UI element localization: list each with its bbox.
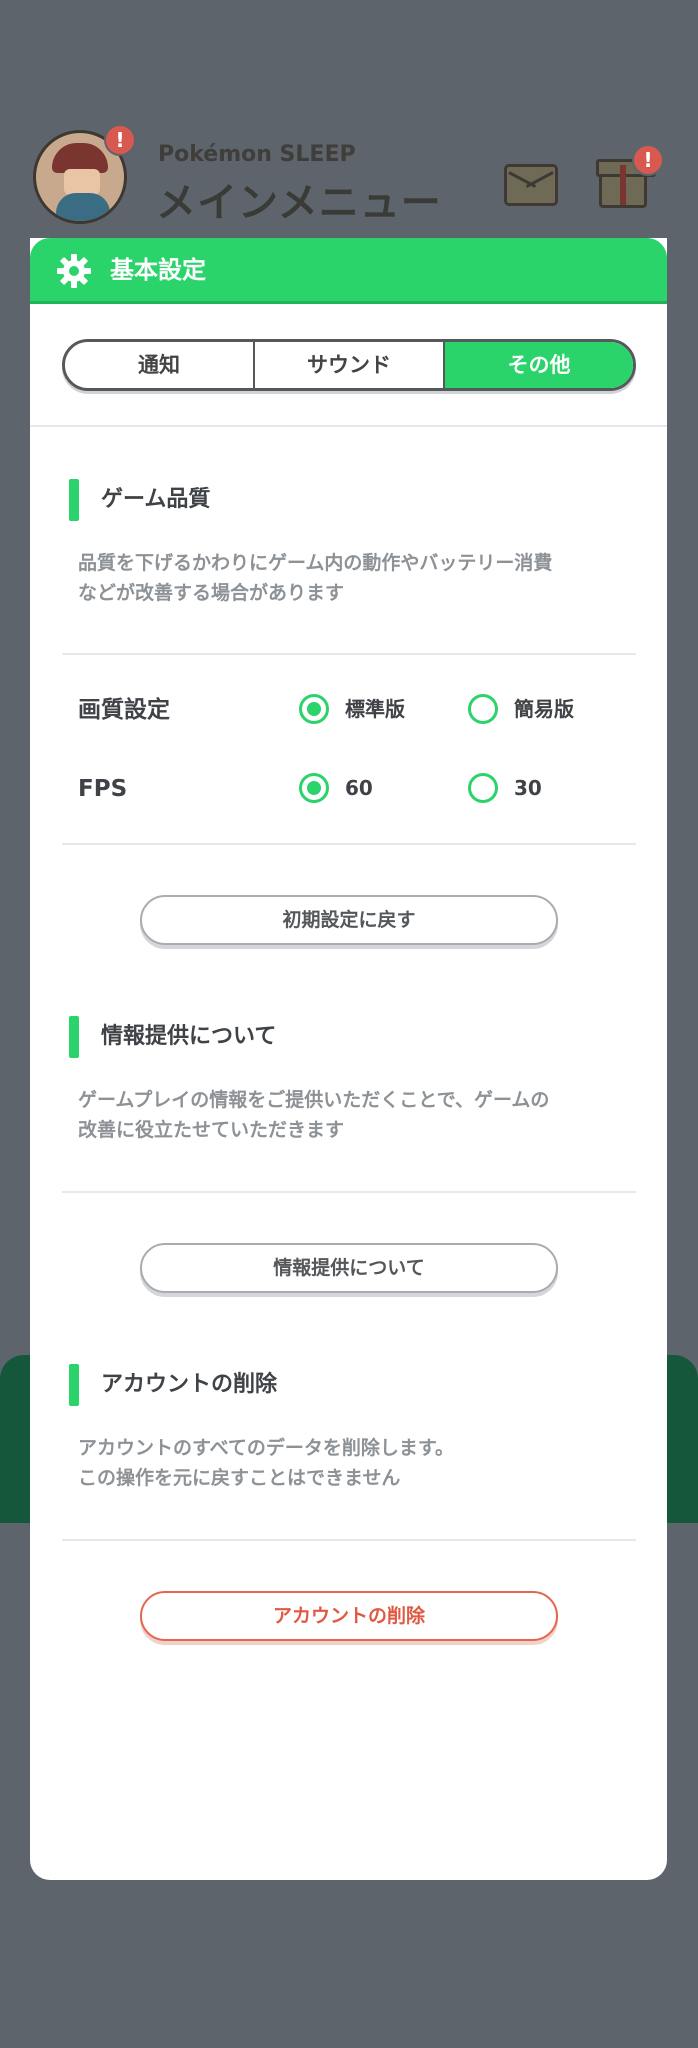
section-description-info: ゲームプレイの情報をご提供いただくことで、ゲームの 改善に役立たせていただきます: [78, 1089, 550, 1141]
radio-label-30: 30: [514, 776, 542, 800]
section-marker-game-quality: [69, 479, 79, 521]
radio-label-60: 60: [345, 776, 373, 800]
section-title-game-quality: ゲーム品質: [101, 487, 211, 512]
section-marker-info: [69, 1016, 79, 1058]
section-title-info: 情報提供について: [101, 1024, 277, 1049]
radio-label-standard: 標準版: [345, 697, 405, 721]
fps-label: FPS: [78, 776, 128, 802]
section-marker-account-delete: [69, 1364, 79, 1406]
section-title-account-delete: アカウントの削除: [101, 1372, 278, 1397]
info-provision-button[interactable]: 情報提供について: [140, 1243, 558, 1293]
avatar-face: [64, 169, 100, 195]
delete-account-button[interactable]: アカウントの削除: [140, 1591, 558, 1641]
mail-icon[interactable]: [504, 164, 558, 206]
settings-panel-header: 基本設定: [30, 238, 667, 304]
radio-image-quality-standard[interactable]: [299, 694, 329, 724]
radio-image-quality-simple[interactable]: [468, 694, 498, 724]
radio-fps-30[interactable]: [468, 773, 498, 803]
settings-tabs: 通知 サウンド その他: [62, 339, 636, 391]
tab-sound[interactable]: サウンド: [255, 342, 445, 388]
gear-icon: [57, 254, 91, 288]
tab-notifications[interactable]: 通知: [65, 342, 255, 388]
app-subtitle: Pokémon SLEEP: [158, 142, 356, 167]
settings-panel-title: 基本設定: [110, 256, 206, 284]
image-quality-label: 画質設定: [78, 697, 170, 723]
gift-ribbon: [620, 165, 626, 205]
reset-defaults-button[interactable]: 初期設定に戻す: [140, 895, 558, 945]
section-description-game-quality: 品質を下げるかわりにゲーム内の動作やバッテリー消費 などが改善する場合があります: [78, 552, 553, 604]
divider: [62, 1191, 636, 1193]
tab-other[interactable]: その他: [445, 342, 633, 388]
avatar-body: [56, 193, 110, 221]
divider: [62, 1539, 636, 1541]
tabs-divider: [30, 425, 667, 427]
avatar-alert-badge: !: [104, 124, 136, 156]
divider: [62, 843, 636, 845]
radio-label-simple: 簡易版: [514, 697, 574, 721]
gift-alert-badge: !: [632, 144, 664, 176]
page-title: メインメニュー: [156, 180, 442, 226]
section-description-account-delete: アカウントのすべてのデータを削除します。 この操作を元に戻すことはできません: [78, 1437, 455, 1489]
divider: [62, 653, 636, 655]
radio-fps-60[interactable]: [299, 773, 329, 803]
